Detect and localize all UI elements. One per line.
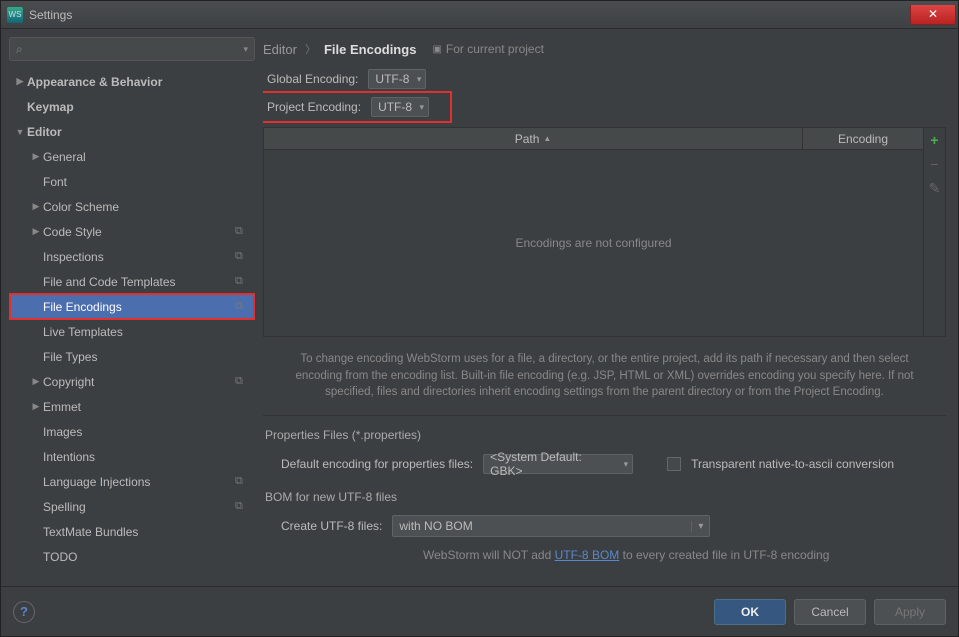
sidebar-item-label: Editor	[27, 125, 249, 139]
sidebar-item-label: TextMate Bundles	[43, 525, 249, 539]
chevron-down-icon: ▼	[13, 127, 27, 137]
app-icon: WS	[7, 7, 23, 23]
sidebar-item-label: Copyright	[43, 375, 235, 389]
sidebar-item-label: Intentions	[43, 450, 249, 464]
for-project-badge: ▣ For current project	[432, 42, 544, 56]
project-encoding-row: Project Encoding: UTF-8	[263, 93, 450, 121]
properties-default-dropdown[interactable]: <System Default: GBK>	[483, 454, 633, 474]
project-scope-icon: ⧉	[235, 275, 249, 289]
window-title: Settings	[29, 8, 72, 22]
description-text: To change encoding WebStorm uses for a f…	[263, 337, 946, 416]
sidebar-item-appearance-behavior[interactable]: ▶Appearance & Behavior	[9, 69, 255, 94]
sidebar-item-file-types[interactable]: File Types	[9, 344, 255, 369]
sidebar-item-label: Appearance & Behavior	[27, 75, 249, 89]
sidebar-item-inspections[interactable]: Inspections⧉	[9, 244, 255, 269]
chevron-right-icon: ▶	[29, 401, 43, 412]
edit-button[interactable]: ✎	[929, 180, 941, 197]
sidebar-item-label: Spelling	[43, 500, 235, 514]
create-utf8-label: Create UTF-8 files:	[281, 519, 382, 533]
sidebar-item-label: Font	[43, 175, 249, 189]
sidebar-item-editor[interactable]: ▼Editor	[9, 119, 255, 144]
close-button[interactable]: ✕	[910, 5, 956, 25]
sidebar-item-label: Code Style	[43, 225, 235, 239]
project-scope-icon: ⧉	[235, 475, 249, 489]
search-field[interactable]: ⌕ ▾	[9, 37, 255, 61]
sidebar-item-label: File Encodings	[43, 300, 235, 314]
project-scope-icon: ⧉	[235, 225, 249, 239]
sidebar-item-label: File and Code Templates	[43, 275, 235, 289]
sidebar-item-keymap[interactable]: Keymap	[9, 94, 255, 119]
create-utf8-dropdown[interactable]: with NO BOM	[392, 515, 710, 537]
properties-default-label: Default encoding for properties files:	[281, 457, 473, 471]
sidebar-item-general[interactable]: ▶General	[9, 144, 255, 169]
search-icon: ⌕	[16, 42, 23, 57]
cancel-button[interactable]: Cancel	[794, 599, 866, 625]
settings-tree: ▶Appearance & BehaviorKeymap▼Editor▶Gene…	[9, 69, 255, 586]
sidebar-item-copyright[interactable]: ▶Copyright⧉	[9, 369, 255, 394]
chevron-right-icon: 〉	[305, 41, 316, 57]
search-input[interactable]	[27, 42, 244, 56]
properties-section-title: Properties Files (*.properties)	[265, 428, 946, 442]
sidebar-item-label: Keymap	[27, 100, 249, 114]
help-button[interactable]: ?	[13, 601, 35, 623]
bom-section-title: BOM for new UTF-8 files	[265, 490, 946, 504]
chevron-right-icon: ▶	[29, 201, 43, 212]
sidebar-item-file-encodings[interactable]: File Encodings⧉	[9, 294, 255, 319]
path-column-header[interactable]: Path ▲	[264, 128, 803, 149]
project-scope-icon: ⧉	[235, 375, 249, 389]
project-encoding-dropdown[interactable]: UTF-8	[371, 97, 429, 117]
search-history-icon[interactable]: ▾	[243, 44, 248, 55]
sidebar-item-label: General	[43, 150, 249, 164]
sidebar-item-emmet[interactable]: ▶Emmet	[9, 394, 255, 419]
project-encoding-label: Project Encoding:	[267, 100, 361, 114]
sidebar-item-label: File Types	[43, 350, 249, 364]
sidebar-item-label: TODO	[43, 550, 249, 564]
chevron-right-icon: ▶	[29, 151, 43, 162]
global-encoding-label: Global Encoding:	[267, 72, 358, 86]
sidebar-item-label: Color Scheme	[43, 200, 249, 214]
breadcrumb: Editor 〉 File Encodings ▣ For current pr…	[263, 37, 950, 65]
titlebar: WS Settings ✕	[1, 1, 958, 29]
sidebar-item-color-scheme[interactable]: ▶Color Scheme	[9, 194, 255, 219]
sidebar-item-label: Language Injections	[43, 475, 235, 489]
apply-button[interactable]: Apply	[874, 599, 946, 625]
chevron-right-icon: ▶	[13, 76, 27, 87]
project-scope-icon: ⧉	[235, 300, 249, 314]
encoding-column-header[interactable]: Encoding	[803, 128, 923, 149]
chevron-right-icon: ▶	[29, 226, 43, 237]
transparent-label: Transparent native-to-ascii conversion	[691, 457, 894, 471]
sidebar-item-label: Inspections	[43, 250, 235, 264]
sidebar-item-font[interactable]: Font	[9, 169, 255, 194]
global-encoding-dropdown[interactable]: UTF-8	[368, 69, 426, 89]
sidebar-item-code-style[interactable]: ▶Code Style⧉	[9, 219, 255, 244]
sidebar-item-label: Emmet	[43, 400, 249, 414]
chevron-right-icon: ▶	[29, 376, 43, 387]
ok-button[interactable]: OK	[714, 599, 786, 625]
add-button[interactable]: +	[930, 132, 938, 148]
transparent-checkbox[interactable]	[667, 457, 681, 471]
sidebar-item-images[interactable]: Images	[9, 419, 255, 444]
sidebar-item-spelling[interactable]: Spelling⧉	[9, 494, 255, 519]
sidebar-item-todo[interactable]: TODO	[9, 544, 255, 569]
bom-note: WebStorm will NOT add UTF-8 BOM to every…	[263, 548, 946, 562]
breadcrumb-parent[interactable]: Editor	[263, 42, 297, 57]
breadcrumb-current: File Encodings	[324, 42, 416, 57]
sidebar-item-label: Live Templates	[43, 325, 249, 339]
sidebar-item-intentions[interactable]: Intentions	[9, 444, 255, 469]
project-icon: ▣	[432, 44, 441, 55]
sidebar-item-file-and-code-templates[interactable]: File and Code Templates⧉	[9, 269, 255, 294]
sidebar-item-label: Images	[43, 425, 249, 439]
project-scope-icon: ⧉	[235, 500, 249, 514]
remove-button[interactable]: −	[930, 156, 938, 172]
encodings-table: Path ▲ Encoding Encodings are not config…	[263, 127, 946, 337]
table-empty-text: Encodings are not configured	[264, 150, 923, 336]
project-scope-icon: ⧉	[235, 250, 249, 264]
sort-asc-icon: ▲	[543, 134, 551, 143]
utf8-bom-link[interactable]: UTF-8 BOM	[555, 548, 620, 562]
sidebar-item-textmate-bundles[interactable]: TextMate Bundles	[9, 519, 255, 544]
sidebar-item-live-templates[interactable]: Live Templates	[9, 319, 255, 344]
sidebar-item-language-injections[interactable]: Language Injections⧉	[9, 469, 255, 494]
